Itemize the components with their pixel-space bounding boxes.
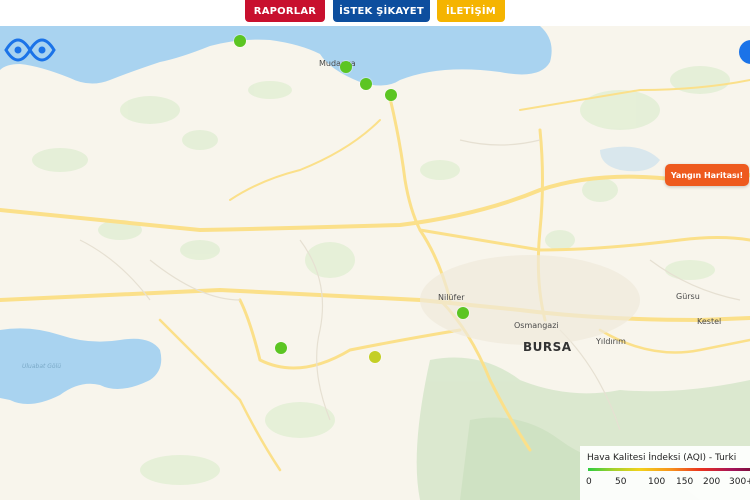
- map-canvas[interactable]: Mudanya Nilüfer Osmangazi BURSA Yıldırım…: [0, 26, 750, 500]
- sensor-marker[interactable]: [360, 78, 372, 90]
- label-yildirim: Yıldırım: [596, 337, 626, 346]
- sensor-marker[interactable]: [234, 35, 246, 47]
- fire-map-button[interactable]: Yangın Haritası!: [665, 164, 749, 186]
- lake-small: [600, 146, 660, 172]
- legend-color-scale: [588, 468, 750, 471]
- reports-button[interactable]: RAPORLAR: [245, 0, 325, 22]
- label-gursu: Gürsu: [676, 292, 700, 301]
- eye-logo-icon[interactable]: [4, 36, 56, 64]
- aqi-legend: Hava Kalitesi İndeksi (AQI) - Turki 0 50…: [580, 446, 750, 500]
- minor-roads: [79, 139, 741, 431]
- legend-tick: 50: [615, 477, 627, 487]
- sensor-marker[interactable]: [369, 351, 381, 363]
- top-nav: RAPORLAR İSTEK ŞİKAYET İLETİŞİM: [0, 0, 750, 26]
- legend-tick: 300+: [729, 477, 750, 487]
- label-bursa: BURSA: [523, 340, 572, 354]
- legend-ticks: 0 50 100 150 200 300+: [586, 477, 750, 489]
- sensor-marker[interactable]: [457, 307, 469, 319]
- requests-button[interactable]: İSTEK ŞİKAYET: [333, 0, 430, 22]
- sea-water: [0, 26, 552, 86]
- label-nilufer: Nilüfer: [438, 293, 465, 302]
- contact-button[interactable]: İLETİŞİM: [437, 0, 505, 22]
- map-base-layer: [0, 26, 750, 500]
- label-kestel: Kestel: [697, 317, 722, 326]
- sensor-marker[interactable]: [385, 89, 397, 101]
- label-osmangazi: Osmangazi: [514, 321, 559, 330]
- legend-tick: 200: [703, 477, 721, 487]
- legend-title: Hava Kalitesi İndeksi (AQI) - Turki: [587, 453, 737, 463]
- sensor-marker[interactable]: [275, 342, 287, 354]
- sensor-marker[interactable]: [340, 61, 352, 73]
- label-uluabat: Uluabat Gölü: [22, 363, 62, 370]
- legend-tick: 150: [676, 477, 694, 487]
- legend-tick: 100: [648, 477, 666, 487]
- legend-tick: 0: [586, 477, 592, 487]
